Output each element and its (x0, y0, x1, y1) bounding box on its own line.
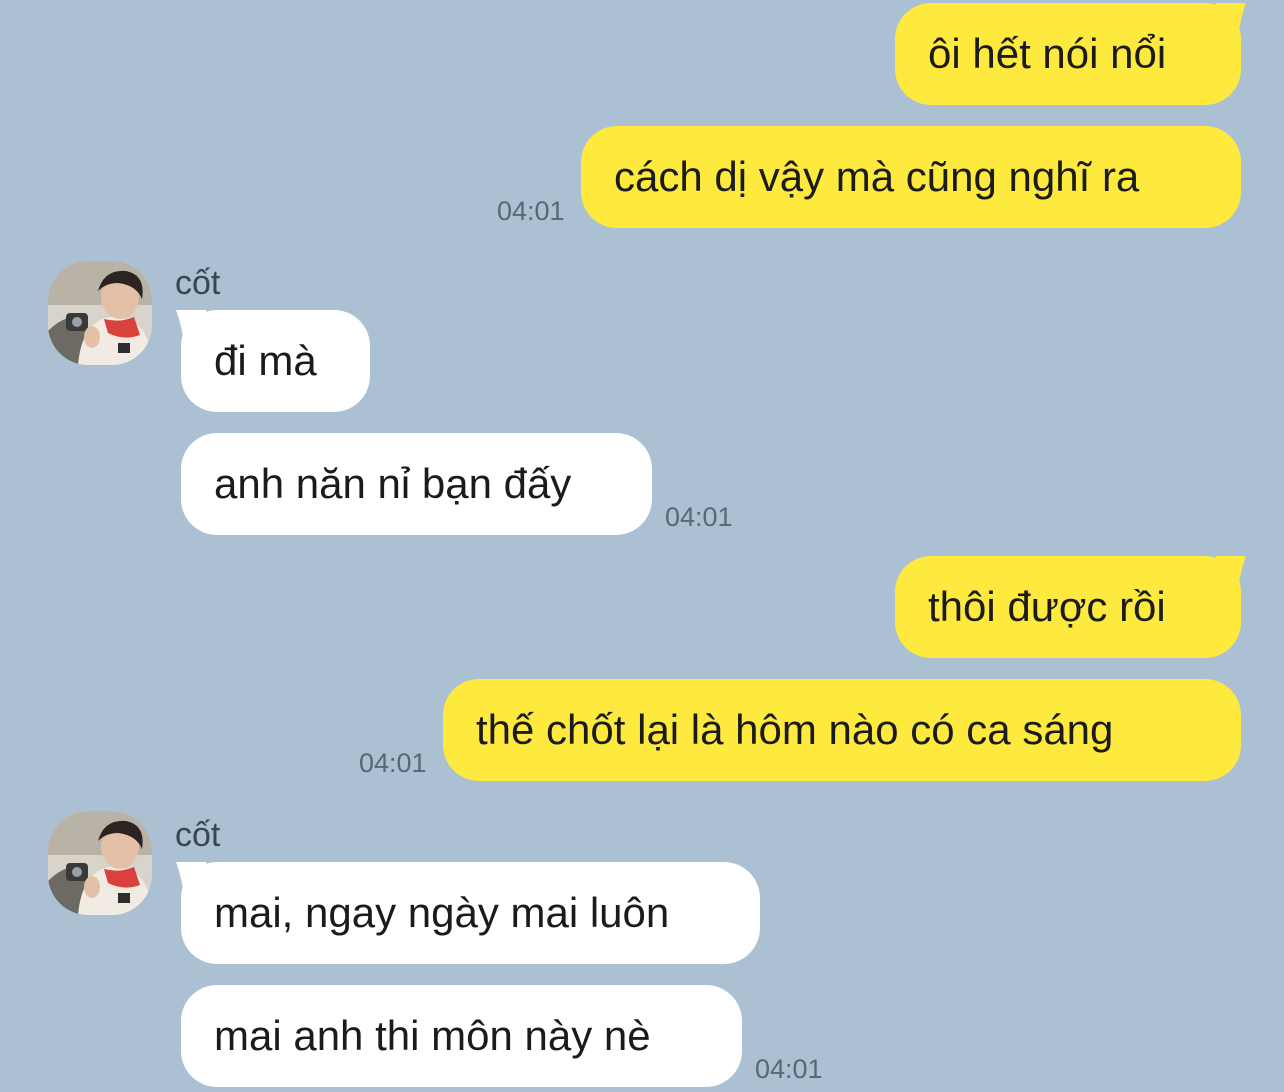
message-timestamp: 04:01 (497, 196, 565, 226)
message-text: thế chốt lại là hôm nào có ca sáng (476, 706, 1114, 753)
outgoing-message-bubble[interactable]: thế chốt lại là hôm nào có ca sáng (443, 679, 1241, 781)
outgoing-message-bubble[interactable]: thôi được rồi (895, 556, 1241, 658)
sender-avatar[interactable] (48, 261, 152, 365)
message-text: anh năn nỉ bạn đấy (214, 460, 572, 507)
message-text: đi mà (214, 337, 317, 384)
message-text: mai, ngay ngày mai luôn (214, 889, 670, 936)
message-timestamp: 04:01 (665, 502, 733, 532)
message-text: ôi hết nói nổi (928, 30, 1167, 77)
incoming-message-bubble[interactable]: anh năn nỉ bạn đấy (181, 433, 652, 535)
incoming-message-bubble[interactable]: đi mà (181, 310, 370, 412)
chat-message-list[interactable]: ôi hết nói nổi 04:01 cách dị vậy mà cũng… (0, 0, 1284, 1092)
sender-avatar[interactable] (48, 811, 152, 915)
outgoing-message-bubble[interactable]: ôi hết nói nổi (895, 3, 1241, 105)
profile-photo-icon (48, 261, 152, 365)
profile-photo-icon (48, 811, 152, 915)
message-text: cách dị vậy mà cũng nghĩ ra (614, 153, 1140, 200)
message-text: thôi được rồi (928, 583, 1166, 630)
message-timestamp: 04:01 (359, 748, 427, 778)
message-text: mai anh thi môn này nè (214, 1012, 651, 1059)
outgoing-bubble-tail (1216, 3, 1246, 35)
sender-name: cốt (175, 816, 221, 854)
incoming-message-bubble[interactable]: mai anh thi môn này nè (181, 985, 742, 1087)
message-timestamp: 04:01 (755, 1054, 823, 1084)
outgoing-bubble-tail (1216, 556, 1246, 588)
incoming-message-bubble[interactable]: mai, ngay ngày mai luôn (181, 862, 760, 964)
sender-name: cốt (175, 264, 221, 302)
outgoing-message-bubble[interactable]: cách dị vậy mà cũng nghĩ ra (581, 126, 1241, 228)
